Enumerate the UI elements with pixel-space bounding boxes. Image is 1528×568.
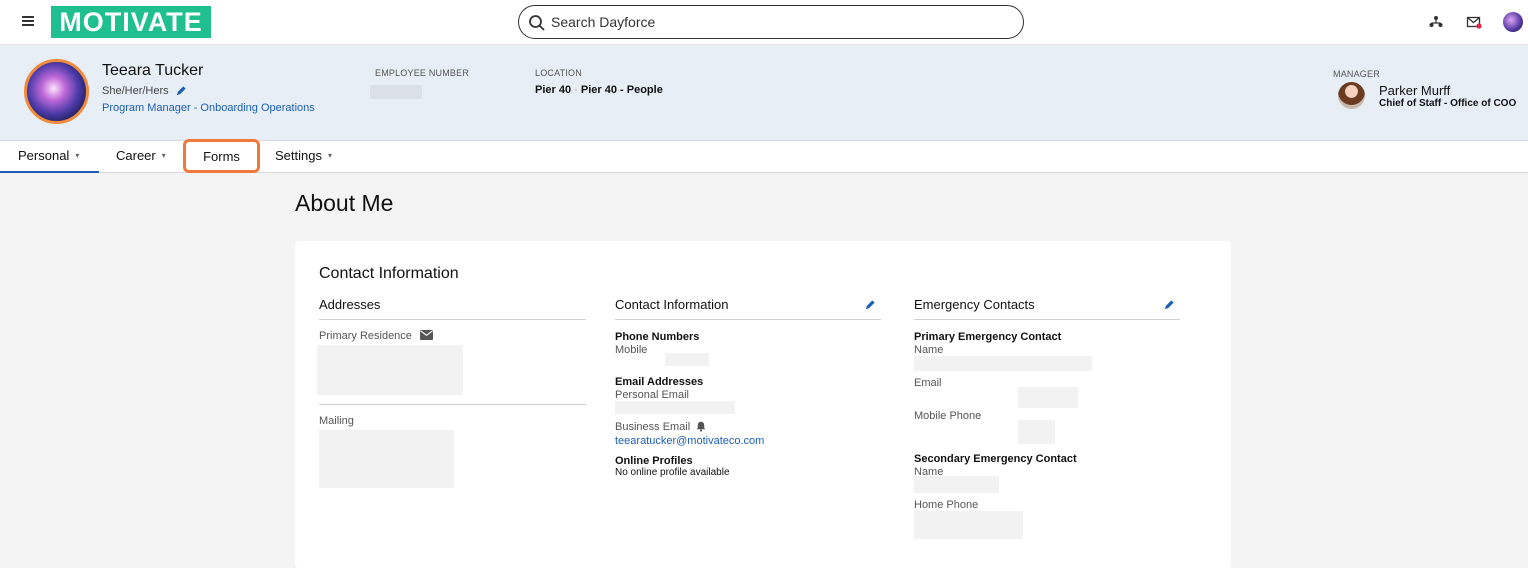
manager-name[interactable]: Parker Murff bbox=[1379, 83, 1450, 98]
tab-settings[interactable]: Settings ▾ bbox=[275, 141, 332, 173]
location-secondary: Pier 40 - People bbox=[580, 84, 663, 96]
online-profiles-heading: Online Profiles bbox=[615, 455, 693, 467]
divider bbox=[319, 404, 586, 405]
profile-avatar bbox=[24, 59, 89, 124]
mail-notification-icon[interactable] bbox=[1466, 14, 1482, 30]
primary-residence-label: Primary Residence bbox=[319, 330, 412, 342]
primary-email-label: Email bbox=[914, 377, 942, 389]
location-label: LOCATION bbox=[535, 68, 582, 78]
online-profiles-value: No online profile available bbox=[615, 467, 730, 478]
primary-mobile-label: Mobile Phone bbox=[914, 410, 982, 422]
page-title: About Me bbox=[295, 190, 394, 216]
home-phone-label: Home Phone bbox=[914, 499, 979, 511]
envelope-icon bbox=[420, 330, 433, 340]
home-phone-value bbox=[914, 511, 1023, 539]
search-icon bbox=[529, 15, 545, 31]
manager-avatar[interactable] bbox=[1338, 82, 1365, 109]
primary-emergency-heading: Primary Emergency Contact bbox=[914, 331, 1062, 343]
primary-email-value bbox=[1018, 387, 1078, 408]
chevron-down-icon: ▾ bbox=[327, 151, 332, 160]
personal-email-label: Personal Email bbox=[615, 389, 689, 401]
email-addresses-heading: Email Addresses bbox=[615, 376, 704, 388]
divider bbox=[914, 319, 1180, 320]
secondary-emergency-heading: Secondary Emergency Contact bbox=[914, 453, 1077, 465]
primary-mobile-value bbox=[1018, 420, 1055, 444]
tab-settings-label: Settings bbox=[275, 148, 322, 163]
top-bar: MOTIVATE bbox=[0, 0, 1528, 45]
secondary-name-value bbox=[914, 476, 999, 493]
section-title: Contact Information bbox=[319, 265, 459, 282]
business-email-label: Business Email bbox=[615, 421, 691, 433]
divider bbox=[615, 319, 881, 320]
bell-icon bbox=[696, 421, 706, 432]
manager-label: MANAGER bbox=[1333, 69, 1380, 79]
location-separator: · bbox=[574, 84, 578, 96]
mailing-value bbox=[319, 430, 454, 488]
tab-forms-label: Forms bbox=[203, 149, 240, 164]
divider bbox=[319, 319, 586, 320]
employee-number-value bbox=[370, 85, 422, 99]
tab-career-label: Career bbox=[116, 148, 156, 163]
chevron-down-icon: ▾ bbox=[161, 151, 166, 160]
mobile-value bbox=[665, 353, 709, 366]
chevron-down-icon: ▾ bbox=[75, 151, 80, 160]
profile-tabs: Personal ▾ Career ▾ Forms Settings ▾ bbox=[0, 139, 1528, 173]
mobile-label: Mobile bbox=[615, 344, 648, 356]
location-value: Pier 40 · Pier 40 - People bbox=[535, 84, 663, 96]
contact-information-card: Contact Information Addresses Primary Re… bbox=[295, 241, 1231, 568]
primary-residence-value bbox=[317, 345, 463, 395]
employee-number-label: EMPLOYEE NUMBER bbox=[375, 68, 470, 78]
tab-personal-label: Personal bbox=[18, 148, 70, 163]
search-bar[interactable] bbox=[518, 5, 1024, 39]
employee-name: Teeara Tucker bbox=[102, 62, 204, 79]
profile-header: Teeara Tucker She/Her/Hers Program Manag… bbox=[0, 45, 1528, 141]
personal-email-value bbox=[615, 401, 735, 414]
hamburger-icon[interactable] bbox=[22, 16, 34, 27]
primary-name-label: Name bbox=[914, 344, 944, 356]
tab-forms[interactable]: Forms bbox=[183, 139, 260, 173]
business-email-link[interactable]: teearatucker@motivateco.com bbox=[615, 435, 764, 447]
tab-personal[interactable]: Personal ▾ bbox=[0, 141, 99, 173]
contact-info-heading: Contact Information bbox=[615, 297, 729, 312]
job-title-link[interactable]: Program Manager - Onboarding Operations bbox=[102, 102, 315, 114]
edit-pronouns-icon[interactable] bbox=[176, 85, 187, 96]
search-input[interactable] bbox=[551, 12, 1011, 32]
tab-career[interactable]: Career ▾ bbox=[116, 141, 166, 173]
addresses-heading: Addresses bbox=[319, 297, 381, 312]
user-avatar[interactable] bbox=[1503, 12, 1523, 32]
org-chart-icon[interactable] bbox=[1428, 14, 1444, 30]
edit-contact-info-icon[interactable] bbox=[865, 299, 876, 310]
motivate-logo[interactable]: MOTIVATE bbox=[51, 6, 211, 38]
primary-name-value bbox=[914, 356, 1092, 371]
manager-title: Chief of Staff - Office of COO bbox=[1379, 98, 1517, 109]
location-primary: Pier 40 bbox=[535, 84, 572, 96]
mailing-label: Mailing bbox=[319, 415, 354, 427]
emergency-contacts-heading: Emergency Contacts bbox=[914, 297, 1035, 312]
phone-numbers-heading: Phone Numbers bbox=[615, 331, 700, 343]
edit-emergency-contacts-icon[interactable] bbox=[1164, 299, 1175, 310]
pronouns: She/Her/Hers bbox=[102, 85, 169, 97]
